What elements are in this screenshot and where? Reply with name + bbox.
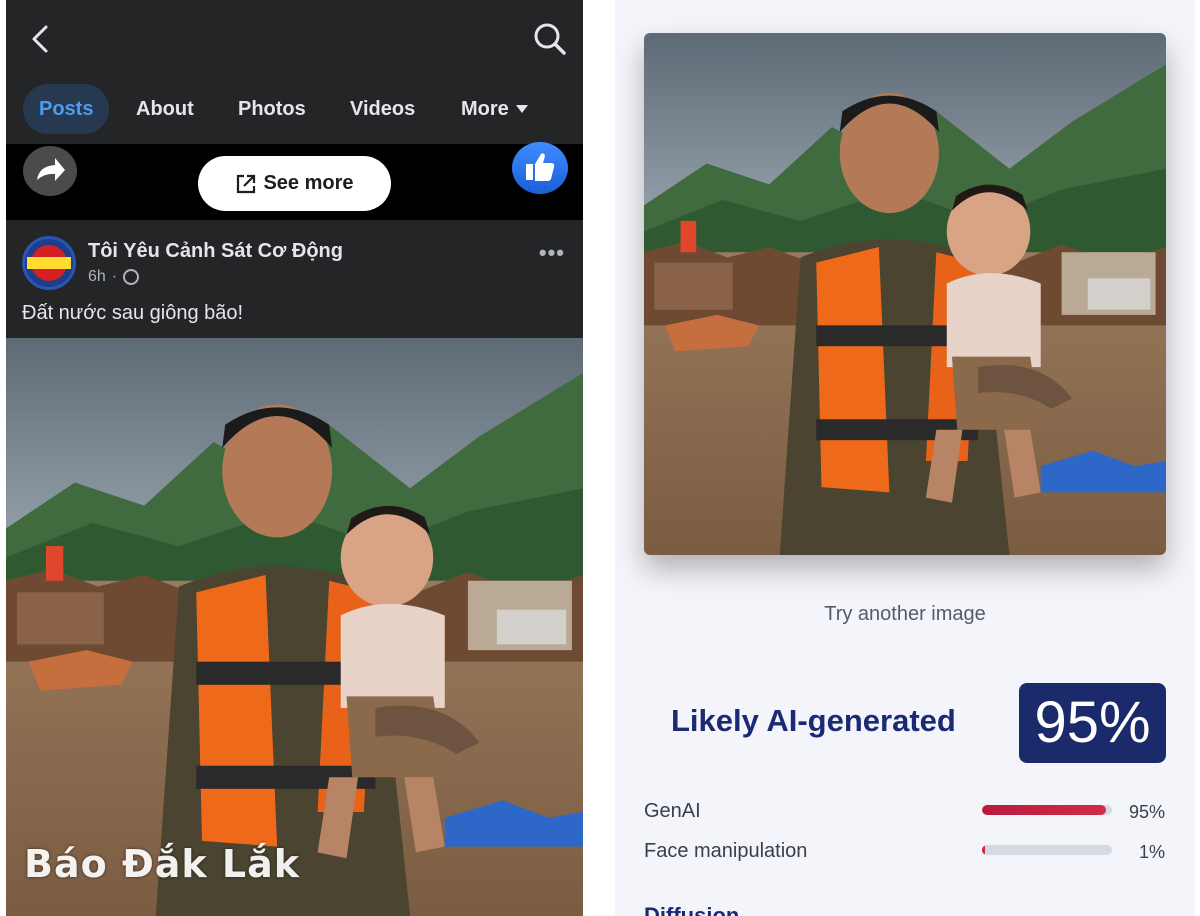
metric-value-genai: 95% — [1128, 802, 1165, 822]
metric-bar-face-manipulation — [982, 845, 1112, 855]
external-link-icon — [237, 174, 256, 193]
diffusion-section-title: Diffusion — [644, 903, 740, 916]
see-more-label: See more — [263, 172, 354, 194]
avatar-band — [27, 257, 71, 269]
page-name[interactable]: Tôi Yêu Cảnh Sát Cơ Động — [88, 240, 343, 263]
tab-photos[interactable]: Photos — [238, 84, 306, 134]
metric-fill-face-manipulation — [982, 845, 985, 855]
meta-separator: · — [111, 268, 118, 285]
tab-more[interactable]: More — [461, 84, 529, 134]
post-photo[interactable] — [6, 338, 583, 916]
post-header: Tôi Yêu Cảnh Sát Cơ Động 6h · ••• Đất nư… — [6, 222, 583, 338]
verdict-label: Likely AI-generated — [671, 703, 956, 738]
like-thumb-icon[interactable] — [512, 142, 568, 194]
post-time[interactable]: 6h — [88, 268, 106, 286]
post-text: Đất nước sau giông bão! — [22, 302, 244, 324]
metric-bar-genai — [982, 805, 1112, 815]
post-meta: 6h · — [88, 268, 140, 286]
facebook-panel: Posts About Photos Videos More See more — [6, 0, 583, 916]
caret-down-icon — [515, 105, 528, 113]
share-arrow-icon[interactable] — [23, 146, 77, 196]
score-badge: 95% — [1019, 683, 1166, 763]
metric-label-face-manipulation: Face manipulation — [644, 840, 808, 862]
see-more-button[interactable]: See more — [198, 156, 391, 211]
top-bar — [6, 0, 583, 80]
tab-videos[interactable]: Videos — [350, 84, 415, 134]
detector-panel: Try another image Likely AI-generated 95… — [615, 0, 1195, 916]
metric-value-face-manipulation: 1% — [1138, 842, 1165, 862]
metric-fill-genai — [982, 805, 1106, 815]
screenshot-root: Posts About Photos Videos More See more — [0, 0, 1200, 916]
metric-label-genai: GenAI — [644, 800, 701, 822]
tab-posts[interactable]: Posts — [23, 84, 110, 134]
tab-more-label: More — [461, 98, 509, 120]
back-arrow-icon[interactable] — [26, 24, 56, 54]
video-overlay-strip: See more — [6, 142, 583, 220]
try-another-image-link[interactable]: Try another image — [615, 603, 1195, 626]
more-options-icon[interactable]: ••• — [539, 240, 565, 266]
globe-icon — [123, 269, 140, 285]
analyzed-image — [644, 33, 1166, 555]
profile-tabs: Posts About Photos Videos More — [6, 84, 583, 136]
watermark-logo: Báo Đắk Lắk — [24, 842, 301, 886]
page-avatar[interactable] — [22, 236, 76, 290]
search-icon[interactable] — [533, 22, 567, 56]
tab-about[interactable]: About — [136, 84, 194, 134]
